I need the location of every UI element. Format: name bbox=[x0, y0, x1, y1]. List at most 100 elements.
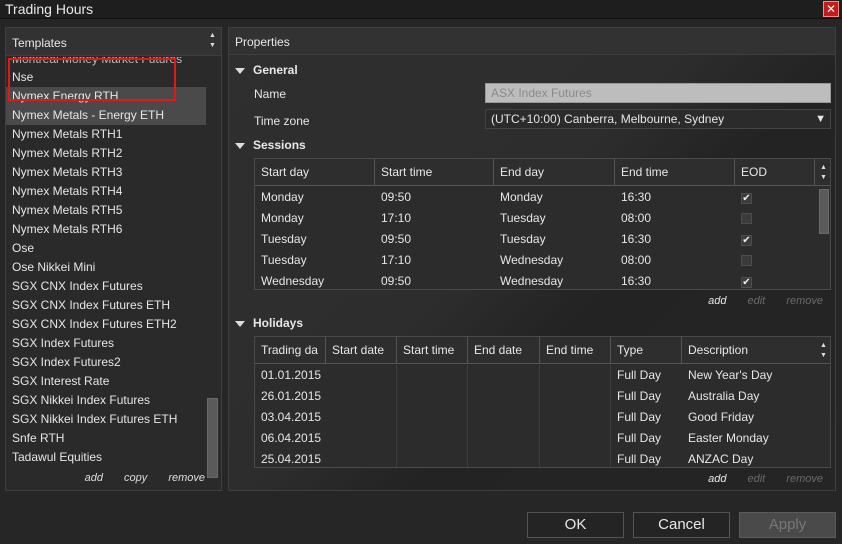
close-icon[interactable]: ✕ bbox=[823, 1, 839, 17]
list-item[interactable]: Nse bbox=[6, 68, 206, 87]
sessions-column-header[interactable]: EOD bbox=[735, 159, 815, 186]
timezone-select[interactable]: (UTC+10:00) Canberra, Melbourne, Sydney … bbox=[485, 109, 831, 129]
sessions-remove-link[interactable]: remove bbox=[786, 295, 823, 307]
list-item[interactable]: Nymex Metals RTH1 bbox=[6, 125, 206, 144]
section-holidays-title: Holidays bbox=[253, 316, 304, 330]
section-holidays[interactable]: Holidays bbox=[235, 316, 303, 330]
table-row[interactable]: Tuesday 09:50 Tuesday 16:30 ✔ bbox=[255, 229, 820, 250]
collapse-triangle-icon bbox=[235, 142, 245, 149]
table-cell: 03.04.2015 bbox=[261, 410, 322, 424]
templates-remove-link[interactable]: remove bbox=[168, 472, 205, 484]
list-item[interactable]: SGX CNX Index Futures bbox=[6, 277, 206, 296]
table-cell bbox=[468, 365, 540, 386]
name-label: Name bbox=[254, 87, 287, 101]
table-cell: New Year's Day bbox=[688, 368, 773, 382]
table-cell bbox=[540, 407, 611, 428]
list-item[interactable]: Ose bbox=[6, 239, 206, 258]
templates-list: Montreal Money Market Futures Nse Nymex E… bbox=[6, 57, 206, 469]
list-item[interactable]: Nymex Metals - Energy ETH bbox=[6, 106, 206, 125]
holidays-column-header[interactable]: Type bbox=[611, 337, 682, 364]
list-item[interactable]: Snfe RTH bbox=[6, 429, 206, 448]
list-item[interactable]: Nymex Metals RTH5 bbox=[6, 201, 206, 220]
checkbox-checked-icon[interactable]: ✔ bbox=[741, 193, 752, 204]
table-row[interactable]: 26.01.2015 Full Day Australia Day bbox=[255, 386, 830, 407]
holidays-add-link[interactable]: add bbox=[708, 473, 726, 485]
table-cell: Wednesday bbox=[500, 253, 564, 267]
table-cell: 16:30 bbox=[621, 274, 652, 288]
holidays-edit-link[interactable]: edit bbox=[748, 473, 766, 485]
holidays-column-header[interactable]: Start time bbox=[397, 337, 468, 364]
templates-actions: add copy remove bbox=[67, 472, 205, 484]
holidays-column-header[interactable]: Trading da bbox=[255, 337, 326, 364]
list-item[interactable]: SGX Nikkei Index Futures ETH bbox=[6, 410, 206, 429]
holidays-sort-arrows-icon[interactable]: ▲ ▼ bbox=[819, 341, 828, 361]
table-row[interactable]: 25.04.2015 Full Day ANZAC Day bbox=[255, 449, 830, 467]
holidays-column-header[interactable]: Start date bbox=[326, 337, 397, 364]
table-cell bbox=[540, 365, 611, 386]
list-item[interactable]: SGX Interest Rate bbox=[6, 372, 206, 391]
list-item[interactable]: Nymex Metals RTH4 bbox=[6, 182, 206, 201]
title-bar: Trading Hours ✕ bbox=[0, 0, 842, 19]
table-row[interactable]: Monday 09:50 Monday 16:30 ✔ bbox=[255, 187, 820, 208]
table-row[interactable]: 06.04.2015 Full Day Easter Monday bbox=[255, 428, 830, 449]
list-item[interactable]: SGX Index Futures2 bbox=[6, 353, 206, 372]
templates-add-link[interactable]: add bbox=[85, 472, 103, 484]
table-cell bbox=[540, 386, 611, 407]
name-field[interactable]: ASX Index Futures bbox=[485, 83, 831, 103]
ok-button[interactable]: OK bbox=[527, 512, 624, 538]
section-general-title: General bbox=[253, 63, 298, 77]
holidays-column-header[interactable]: End time bbox=[540, 337, 611, 364]
templates-scrollbar[interactable] bbox=[207, 398, 218, 478]
sessions-column-header[interactable]: Start day bbox=[255, 159, 375, 186]
list-item[interactable]: SGX Index Futures bbox=[6, 334, 206, 353]
list-item[interactable]: Nymex Metals RTH6 bbox=[6, 220, 206, 239]
table-cell bbox=[326, 449, 397, 467]
sessions-scrollbar[interactable] bbox=[819, 189, 829, 234]
holidays-column-header[interactable]: End date bbox=[468, 337, 540, 364]
list-item[interactable]: SGX CNX Index Futures ETH bbox=[6, 296, 206, 315]
list-item[interactable]: Montreal Money Market Futures bbox=[6, 57, 206, 68]
checkbox-checked-icon[interactable]: ✔ bbox=[741, 277, 752, 288]
apply-button[interactable]: Apply bbox=[739, 512, 836, 538]
list-item[interactable]: Nymex Metals RTH3 bbox=[6, 163, 206, 182]
section-sessions[interactable]: Sessions bbox=[235, 138, 306, 152]
sessions-edit-link[interactable]: edit bbox=[748, 295, 766, 307]
checkbox-checked-icon[interactable]: ✔ bbox=[741, 235, 752, 246]
sessions-column-header[interactable]: Start time bbox=[375, 159, 494, 186]
templates-sort-arrows-icon[interactable]: ▲ ▼ bbox=[208, 31, 217, 51]
table-cell: Tuesday bbox=[500, 211, 546, 225]
table-row[interactable]: Monday 17:10 Tuesday 08:00 bbox=[255, 208, 820, 229]
collapse-triangle-icon bbox=[235, 320, 245, 327]
checkbox-unchecked-icon[interactable] bbox=[741, 255, 752, 266]
section-general[interactable]: General bbox=[235, 63, 298, 77]
cancel-button[interactable]: Cancel bbox=[633, 512, 730, 538]
table-cell bbox=[326, 386, 397, 407]
list-item[interactable]: SGX Nikkei Index Futures bbox=[6, 391, 206, 410]
table-cell: Tuesday bbox=[500, 232, 546, 246]
list-item[interactable]: Nymex Energy RTH bbox=[6, 87, 206, 106]
table-cell bbox=[397, 449, 468, 467]
table-cell: 08:00 bbox=[621, 211, 652, 225]
list-item[interactable]: Nymex Metals RTH2 bbox=[6, 144, 206, 163]
table-cell: Monday bbox=[500, 190, 543, 204]
list-item[interactable]: Ose Nikkei Mini bbox=[6, 258, 206, 277]
eod-cell: ✔ bbox=[735, 229, 815, 250]
list-item[interactable]: SGX CNX Index Futures ETH2 bbox=[6, 315, 206, 334]
sessions-sort-arrows-icon[interactable]: ▲ ▼ bbox=[819, 163, 828, 183]
table-cell: Full Day bbox=[617, 431, 662, 445]
list-item[interactable]: Tadawul Equities bbox=[6, 448, 206, 467]
table-cell bbox=[468, 449, 540, 467]
table-row[interactable]: 01.01.2015 Full Day New Year's Day bbox=[255, 365, 830, 386]
sessions-column-header[interactable]: End time bbox=[615, 159, 735, 186]
table-row[interactable]: 03.04.2015 Full Day Good Friday bbox=[255, 407, 830, 428]
holidays-column-header[interactable]: Description bbox=[682, 337, 830, 364]
holidays-remove-link[interactable]: remove bbox=[786, 473, 823, 485]
table-cell: 17:10 bbox=[381, 211, 412, 225]
templates-copy-link[interactable]: copy bbox=[124, 472, 147, 484]
table-row[interactable]: Wednesday 09:50 Wednesday 16:30 ✔ bbox=[255, 271, 820, 289]
sessions-column-header[interactable]: End day bbox=[494, 159, 615, 186]
checkbox-unchecked-icon[interactable] bbox=[741, 213, 752, 224]
table-cell: ANZAC Day bbox=[688, 452, 754, 466]
table-row[interactable]: Tuesday 17:10 Wednesday 08:00 bbox=[255, 250, 820, 271]
sessions-add-link[interactable]: add bbox=[708, 295, 726, 307]
